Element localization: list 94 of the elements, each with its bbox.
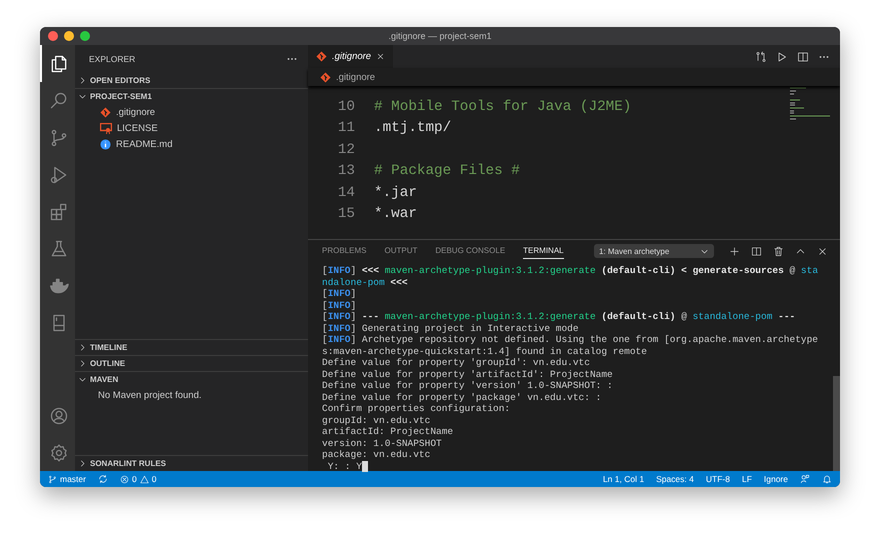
branch-button[interactable]: master — [48, 474, 86, 484]
status-item[interactable]: Spaces: 4 — [656, 474, 694, 484]
section-header[interactable]: MAVEN — [75, 372, 308, 387]
close-icon[interactable] — [376, 52, 386, 61]
terminal-line: artifactId: ProjectName — [322, 426, 454, 438]
terminal-line: [INFO] --- maven-archetype-plugin:3.1.2:generate (default-cli) @ standalone-pom --- — [322, 311, 796, 322]
error-icon — [120, 474, 129, 484]
split-icon[interactable] — [751, 246, 762, 256]
play-bug-icon — [48, 164, 68, 184]
code-line: # Mobile Tools for Java (J2ME) — [374, 98, 632, 115]
line-number: 15 — [336, 206, 355, 222]
whale-icon — [48, 276, 68, 296]
person-icon — [48, 406, 68, 426]
breadcrumb-item[interactable]: .gitignore — [336, 72, 376, 82]
file-item[interactable]: .gitignore — [116, 106, 156, 118]
terminal-select[interactable]: 1: Maven archetype — [594, 244, 714, 258]
terminal-line: s:maven-archetype-quickstart:1.4] found in catalog remote — [322, 346, 648, 357]
line-number: 11 — [336, 120, 355, 136]
terminal-line: Define value for property 'artifactId': ProjectName — [322, 368, 614, 380]
panel-tab[interactable]: OUTPUT — [384, 243, 418, 259]
line-number: 14 — [336, 184, 355, 201]
search-icon — [48, 90, 68, 110]
trash-icon[interactable] — [773, 246, 784, 256]
status-item[interactable]: LF — [742, 474, 752, 484]
terminal-line: [INFO] <<< maven-archetype-plugin:3.1.2:generate (default-cli) < generate-sources @ sta — [322, 265, 820, 276]
terminal-line: version: 1.0-SNAPSHOT — [322, 438, 443, 449]
flask-icon — [48, 238, 68, 258]
play-icon[interactable] — [776, 50, 788, 62]
minimap-drawing — [790, 86, 830, 122]
panel-tab[interactable]: PROBLEMS — [322, 243, 366, 259]
panel-tab[interactable]: TERMINAL — [523, 243, 564, 259]
branch-icon — [48, 128, 68, 148]
branch-icon — [48, 474, 57, 484]
chevron-right-icon[interactable] — [78, 76, 87, 85]
diamond-git-icon — [100, 106, 111, 118]
section-header[interactable]: TIMELINE — [75, 340, 308, 355]
minimize-button[interactable] — [64, 31, 74, 41]
feedback-person-icon[interactable] — [800, 474, 810, 484]
section-header[interactable]: OPEN EDITORS — [75, 73, 308, 88]
terminal-line: ndalone-pom <<< — [322, 276, 409, 288]
split-icon[interactable] — [797, 50, 809, 62]
scrollbar-thumb[interactable] — [833, 376, 840, 471]
close-button[interactable] — [48, 31, 58, 41]
warning-icon — [140, 474, 149, 484]
terminal-line: [INFO] — [322, 288, 358, 300]
status-item[interactable]: Ln 1, Col 1 — [602, 474, 644, 484]
status-item[interactable]: Ignore — [764, 474, 788, 484]
blocks-icon — [48, 202, 68, 222]
certificate-icon — [100, 122, 112, 134]
code-line: # Package Files # — [374, 163, 520, 180]
branch-label: master — [60, 474, 86, 484]
bell-icon[interactable] — [822, 474, 832, 484]
terminal-line: Y: : Y — [322, 460, 826, 472]
section-header[interactable]: OUTLINE — [75, 356, 308, 371]
gear-icon — [48, 442, 68, 462]
chevron-right-icon[interactable] — [78, 459, 87, 468]
file-item[interactable]: README.md — [116, 138, 172, 150]
zoom-button[interactable] — [80, 31, 90, 41]
terminal-line: package: vn.edu.vtc — [322, 449, 432, 460]
problems-button[interactable]: 0 0 — [120, 474, 156, 484]
line-number: 12 — [336, 142, 355, 158]
diamond-git-icon — [316, 51, 327, 62]
status-item[interactable]: UTF-8 — [706, 474, 730, 484]
code-line: *.war — [374, 206, 417, 222]
terminal-line: Define value for property 'version' 1.0-SNAPSHOT: : — [322, 380, 614, 392]
empty-message: No Maven project found. — [98, 390, 202, 401]
terminal-line: Confirm properties configuration: — [322, 403, 512, 414]
code-line: .mtj.tmp/ — [374, 120, 452, 136]
diamond-git-icon — [320, 72, 331, 82]
error-count: 0 — [132, 474, 137, 484]
line-number: 13 — [336, 163, 355, 180]
panel-tab[interactable]: DEBUG CONSOLE — [435, 243, 506, 259]
chevron-down-icon[interactable] — [78, 92, 87, 101]
info-icon — [100, 138, 111, 150]
close-icon[interactable] — [817, 246, 828, 256]
sync-icon[interactable] — [98, 474, 108, 484]
plus-icon[interactable] — [729, 246, 740, 256]
terminal-line: Define value for property 'package' vn.edu.vtc: : — [322, 392, 602, 403]
terminal-line: Define value for property 'groupId': vn.edu.vtc — [322, 357, 591, 368]
terminal-line: [INFO] — [322, 300, 358, 311]
sidebar-title: EXPLORER — [89, 54, 136, 64]
line-number: 10 — [336, 98, 355, 115]
warning-count: 0 — [152, 474, 156, 484]
editor-tab[interactable]: .gitignore — [308, 45, 394, 68]
files-icon — [48, 54, 68, 74]
code-line: *.jar — [374, 184, 417, 201]
file-item[interactable]: LICENSE — [117, 122, 158, 134]
terminal-line: [INFO] Generating project in Interactive mode — [322, 322, 580, 334]
section-header[interactable]: SONARLINT RULES — [75, 456, 308, 471]
window-title: .gitignore — project-sem1 — [388, 31, 492, 41]
section-header[interactable]: PROJECT-SEM1 — [75, 89, 308, 104]
compare-icon[interactable] — [755, 50, 767, 62]
terminal-line: [INFO] Archetype repository not defined. Using the one from [org.apache.maven.archetype — [322, 334, 819, 346]
terminal-line: groupId: vn.edu.vtc — [322, 414, 432, 426]
